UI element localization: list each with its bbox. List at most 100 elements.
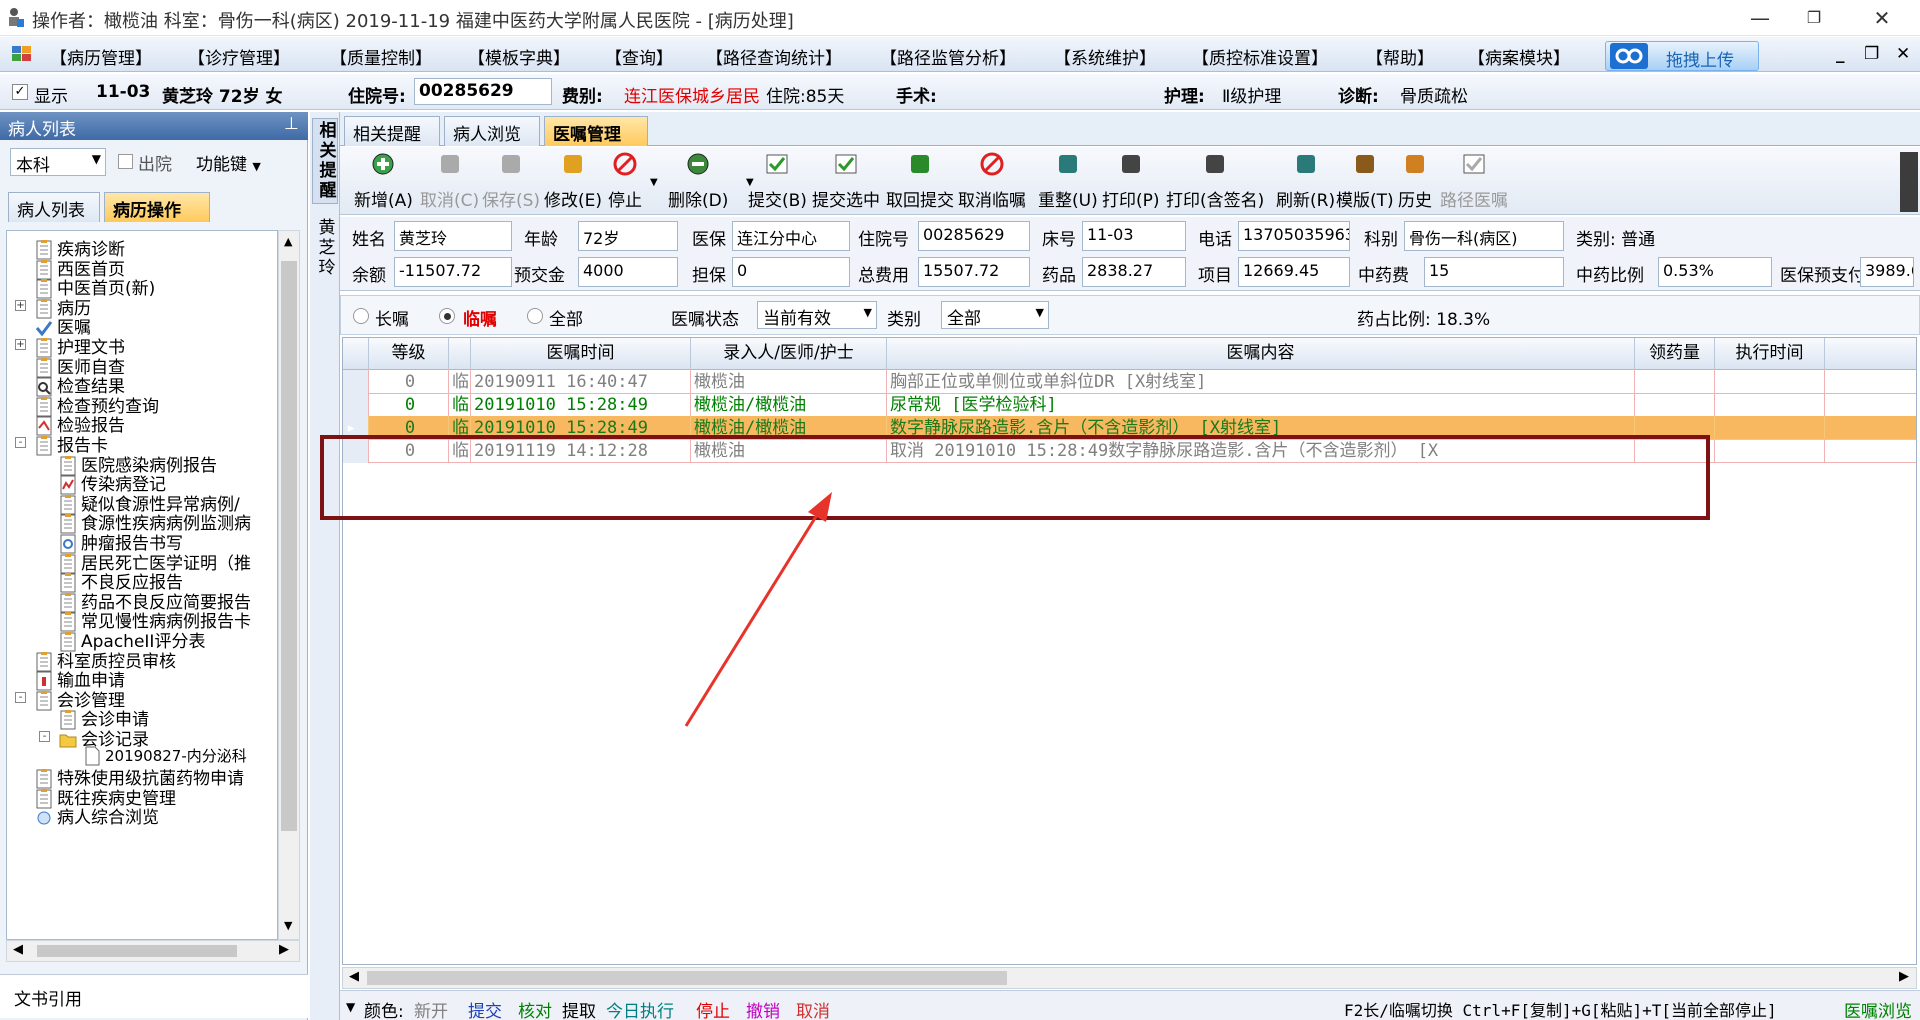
pin-icon[interactable]: ⊥ [284, 114, 299, 134]
tab-order-management[interactable]: 医嘱管理 [544, 116, 648, 146]
restore-button[interactable]: ❐ [1794, 4, 1834, 32]
toolbar-button-retrieve[interactable]: 取回提交 [886, 151, 954, 211]
age-field[interactable]: 72岁 [578, 221, 678, 251]
admit-no-field[interactable]: 00285629 [918, 221, 1030, 251]
function-key-dropdown[interactable]: 功能键 ▼ [196, 150, 261, 175]
table-row[interactable]: 0 临 20190911 16:40:47 橄榄油 胸部正位或单侧位或单斜位DR [X射… [343, 370, 1916, 394]
col-order-content[interactable]: 医嘱内容 [887, 338, 1635, 370]
col-exec-time[interactable]: 执行时间 [1715, 338, 1825, 370]
col-order-time[interactable]: 医嘱时间 [471, 338, 691, 370]
menu-record-mgmt[interactable]: 【病历管理】 [50, 44, 152, 69]
toolbar-button-save[interactable]: 保存(S) [482, 151, 540, 211]
name-field[interactable]: 黄芝玲 [394, 221, 512, 251]
close-button[interactable]: ✕ [1862, 4, 1902, 32]
vtab-patient-name[interactable]: 黄 芝 玲 [312, 216, 338, 282]
toolbar-button-submit-selected[interactable]: 提交选中 [812, 151, 880, 211]
menu-case-module[interactable]: 【病案模块】 [1468, 44, 1570, 69]
toolbar-button-submit[interactable]: 提交(B) [748, 151, 807, 211]
tree-expander[interactable]: - [15, 437, 26, 448]
document-reference-bar[interactable]: 文书引用 [0, 974, 308, 1018]
tree-expander[interactable]: - [39, 731, 50, 742]
tab-related-reminders[interactable]: 相关提醒 [344, 116, 440, 146]
toolbar-button-add[interactable]: 新增(A) [354, 151, 413, 211]
tree-horizontal-scrollbar[interactable]: ◀ ▶ [6, 940, 300, 962]
discharged-checkbox[interactable] [118, 154, 133, 169]
toolbar-button-delete[interactable]: 删除(D) [668, 151, 728, 211]
menu-query[interactable]: 【查询】 [605, 44, 673, 69]
item-field[interactable]: 12669.45 [1238, 257, 1350, 287]
tab-patient-browse[interactable]: 病人浏览 [444, 116, 540, 146]
scroll-right-icon[interactable]: ▶ [279, 942, 289, 957]
toolbar-button-print[interactable]: 打印(P) [1102, 151, 1160, 211]
tree-expander[interactable]: - [15, 691, 26, 703]
scroll-right-icon[interactable]: ▶ [1899, 969, 1909, 984]
all-radio[interactable] [527, 308, 543, 324]
toolbar-button-edit[interactable]: 修改(E) [544, 151, 602, 211]
col-dispense-qty[interactable]: 领药量 [1635, 338, 1715, 370]
herb-fee-field[interactable]: 15 [1424, 257, 1564, 287]
phone-field[interactable]: 13705035963 [1238, 221, 1350, 251]
menu-path-query-stats[interactable]: 【路径查询统计】 [706, 44, 842, 69]
toolbar-button-reorganize[interactable]: 重整(U) [1038, 151, 1098, 211]
tree-scroll-thumb[interactable] [281, 261, 297, 831]
minimize-button[interactable]: — [1740, 4, 1780, 32]
toolbar-button-stop[interactable]: 停止 [608, 151, 642, 211]
order-status-select[interactable]: 当前有效 ▼ [757, 301, 877, 329]
scroll-left-icon[interactable]: ◀ [349, 969, 359, 984]
drag-upload-button[interactable]: 拖拽上传 [1605, 41, 1759, 71]
tree-vertical-scrollbar[interactable]: ▲ ▼ [278, 230, 300, 940]
toolbar-button-cancel-order[interactable]: 取消临嘱 [958, 151, 1026, 211]
tree-expander[interactable]: + [15, 339, 26, 350]
show-checkbox[interactable]: ✓ [12, 84, 28, 100]
dept-select[interactable]: 本科 ▼ [10, 148, 106, 176]
menu-system-icon[interactable] [12, 44, 32, 62]
menu-template-dict[interactable]: 【模板字典】 [468, 44, 570, 69]
type-select[interactable]: 全部 ▼ [941, 301, 1049, 329]
menu-help[interactable]: 【帮助】 [1366, 44, 1434, 69]
insurance-field[interactable]: 连江分中心 [732, 221, 850, 251]
scroll-down-icon[interactable]: ▼ [284, 919, 292, 932]
total-fee-field[interactable]: 15507.72 [918, 257, 1030, 287]
mdi-restore-button[interactable]: ❐ [1864, 44, 1879, 64]
toolbar-button-print-sign[interactable]: 打印(含签名) [1166, 151, 1264, 211]
tab-patient-list[interactable]: 病人列表 [8, 192, 100, 222]
herb-ratio-field[interactable]: 0.53% [1658, 257, 1772, 287]
drug-field[interactable]: 2838.27 [1082, 257, 1186, 287]
ins-prepay-field[interactable]: 3989.65 [1860, 257, 1914, 287]
vtab-related-reminders[interactable]: 相 关 提 醒 [312, 118, 338, 204]
toolbar-button-undo[interactable]: 取消(C) [420, 151, 479, 211]
prepay-field[interactable]: 4000 [578, 257, 678, 287]
menu-path-monitor[interactable]: 【路径监管分析】 [880, 44, 1016, 69]
toolbar-button-template[interactable]: 模版(T) [1336, 151, 1394, 211]
menu-treatment-mgmt[interactable]: 【诊疗管理】 [188, 44, 290, 69]
table-row[interactable]: 0 临 20191010 15:28:49 橄榄油/橄榄油 尿常规 [医学检验科] [343, 393, 1916, 417]
temporary-radio[interactable] [439, 308, 455, 324]
order-browse-link[interactable]: 医嘱浏览 [1844, 997, 1912, 1020]
toolbar-button-history[interactable]: 历史 [1398, 151, 1432, 211]
dept-field[interactable]: 骨伤一科(病区) [1404, 221, 1564, 251]
grid-hscroll-thumb[interactable] [367, 971, 1007, 985]
toolbar-button-path-order[interactable]: 路径医嘱 [1440, 151, 1508, 211]
mdi-close-button[interactable]: ✕ [1896, 44, 1910, 64]
legend-toggle-icon[interactable]: ▼ [346, 1000, 355, 1014]
toolbar-button-refresh[interactable]: 刷新(R) [1276, 151, 1335, 211]
bed-field[interactable]: 11-03 [1082, 221, 1186, 251]
grid-horizontal-scrollbar[interactable]: ◀ ▶ [342, 967, 1917, 989]
scroll-up-icon[interactable]: ▲ [284, 235, 292, 248]
admit-number-field[interactable]: 00285629 [414, 78, 552, 105]
scroll-left-icon[interactable]: ◀ [13, 942, 23, 957]
mdi-minimize-button[interactable]: _ [1836, 44, 1845, 64]
menu-system-maint[interactable]: 【系统维护】 [1054, 44, 1156, 69]
col-level[interactable]: 等级 [369, 338, 449, 370]
long-term-radio[interactable] [353, 308, 369, 324]
hscroll-thumb[interactable] [37, 945, 237, 957]
menu-quality-control[interactable]: 【质量控制】 [330, 44, 432, 69]
tree-node[interactable]: 病人综合浏览 [35, 803, 159, 828]
tab-record-ops[interactable]: 病历操作 [104, 192, 210, 222]
dropdown-arrow-icon[interactable]: ▼ [650, 177, 658, 188]
col-entered-by[interactable]: 录入人/医师/护士 [691, 338, 887, 370]
menu-qc-standard[interactable]: 【质控标准设置】 [1192, 44, 1328, 69]
guarantee-field[interactable]: 0 [732, 257, 850, 287]
col-kind[interactable] [449, 338, 471, 370]
tree-expander[interactable]: + [15, 299, 26, 311]
